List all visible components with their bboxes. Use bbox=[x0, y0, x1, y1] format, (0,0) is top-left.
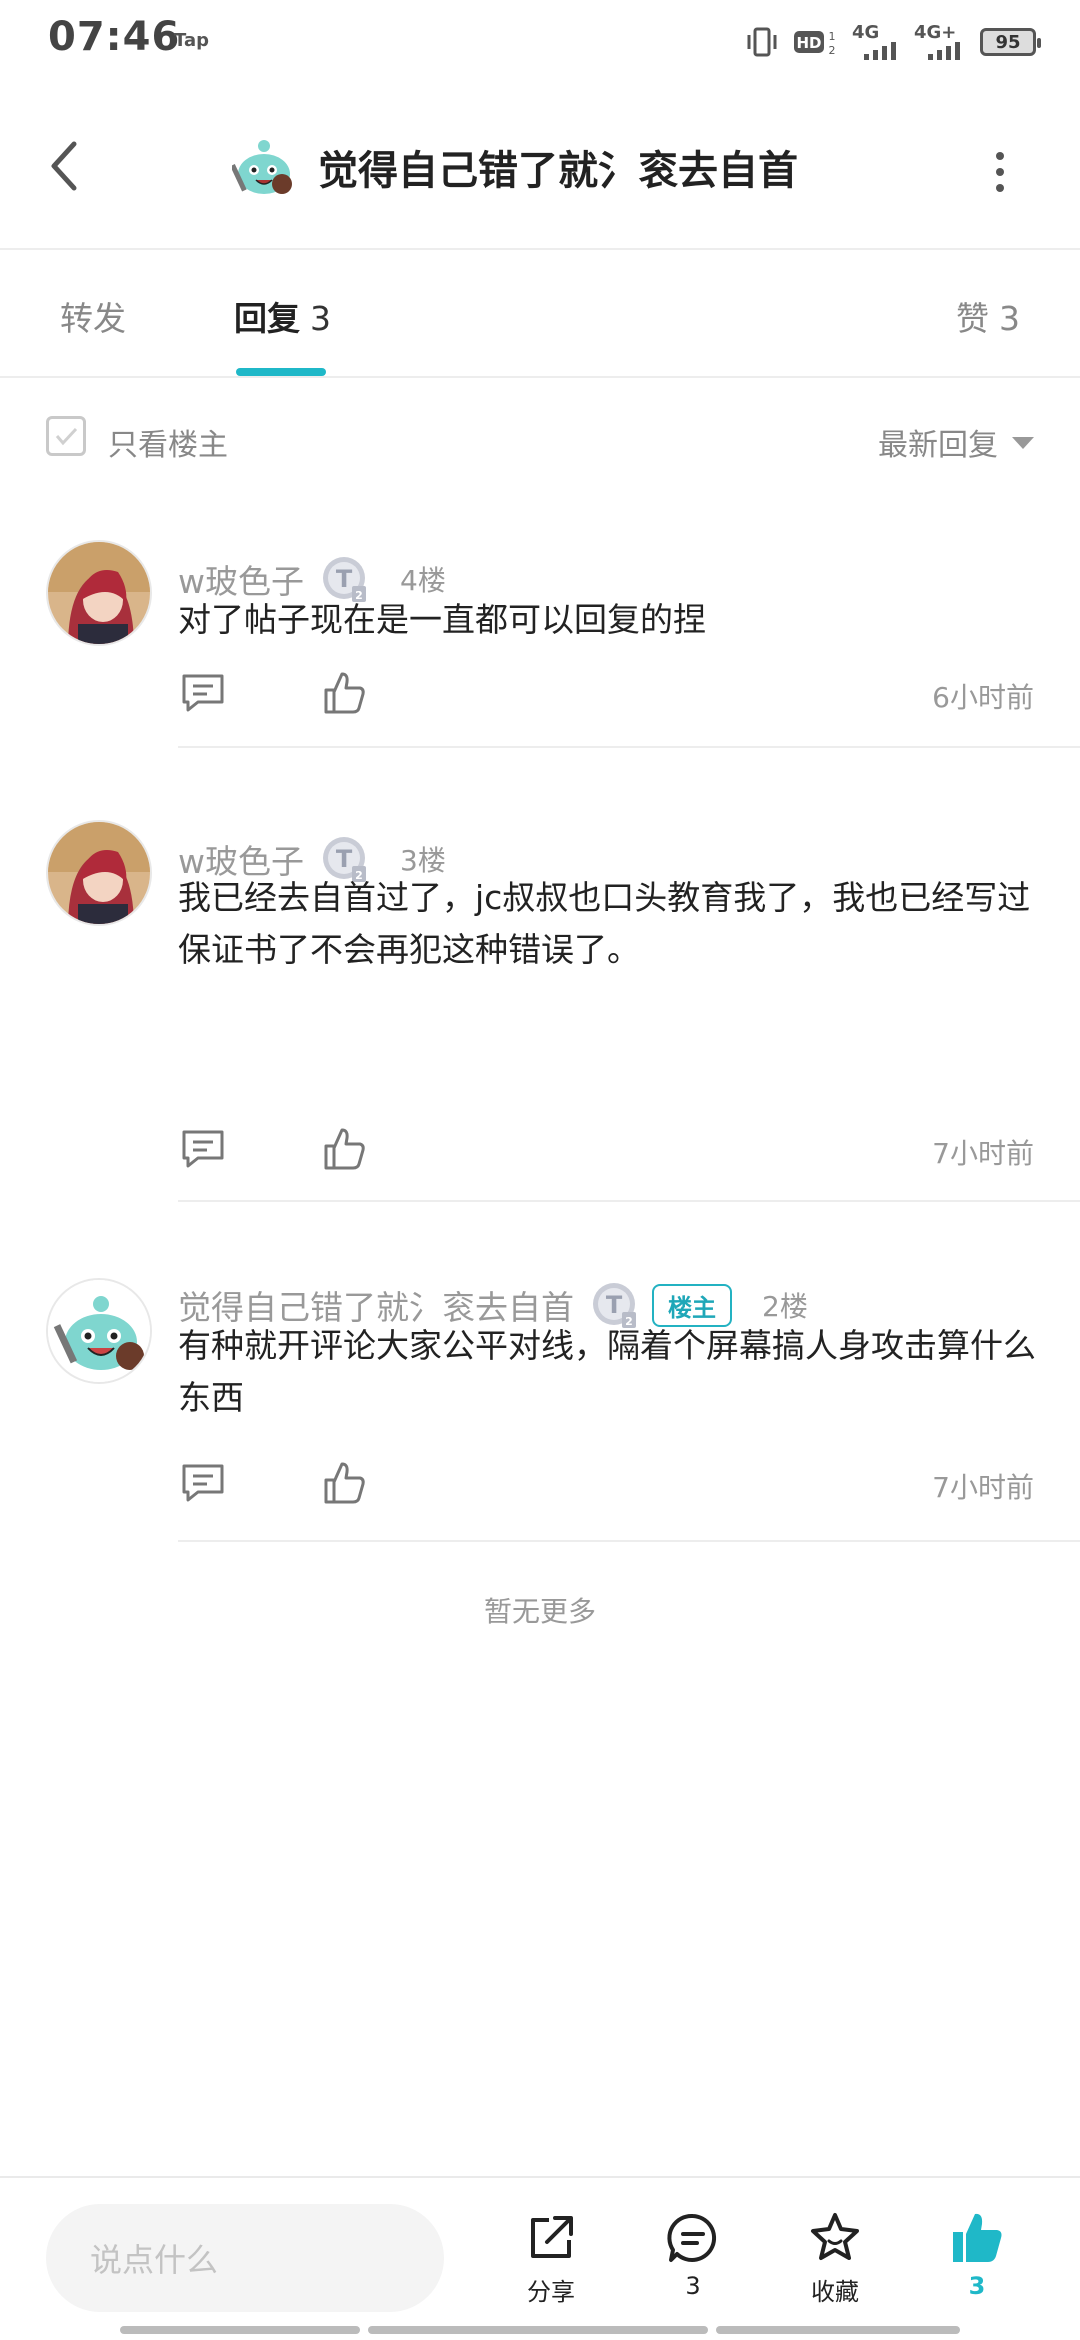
tab-forward-label: 转发 bbox=[60, 299, 126, 338]
favorite-label: 收藏 bbox=[811, 2278, 859, 2306]
page-title: 觉得自己错了就氵衮去自首 bbox=[318, 148, 798, 194]
comment-count: 3 bbox=[685, 2272, 701, 2300]
author-avatar-small bbox=[232, 140, 292, 194]
tab-replies[interactable]: 回复 3 bbox=[234, 292, 331, 340]
user-avatar-image bbox=[48, 542, 150, 644]
thumbs-up-icon[interactable] bbox=[322, 1460, 366, 1506]
comment-time: 7小时前 bbox=[932, 1137, 1034, 1170]
like-count: 3 bbox=[968, 2272, 986, 2300]
no-more-text: 暂无更多 bbox=[483, 1595, 596, 1628]
comment-time: 7小时前 bbox=[932, 1471, 1034, 1504]
reply-icon[interactable] bbox=[180, 1126, 226, 1172]
top-nav: 觉得自己错了就氵衮去自首 bbox=[0, 82, 1080, 250]
floor-number: 4楼 bbox=[400, 564, 446, 597]
comment-divider bbox=[178, 1200, 1080, 1202]
vibrate-icon bbox=[747, 27, 777, 57]
active-tab-indicator bbox=[236, 368, 326, 376]
comment-bubble-icon bbox=[667, 2213, 717, 2262]
comment-text: 对了帖子现在是一直都可以回复的捏 bbox=[178, 600, 706, 639]
sort-dropdown[interactable]: 最新回复 bbox=[878, 420, 1034, 464]
more-options-icon[interactable] bbox=[980, 142, 1020, 202]
tab-likes-count: 3 bbox=[999, 299, 1020, 338]
svg-text:HD: HD bbox=[796, 34, 821, 52]
svg-text:T: T bbox=[336, 845, 353, 873]
signal-1: 4G bbox=[852, 22, 900, 60]
only-op-checkbox[interactable] bbox=[46, 416, 86, 456]
only-op-label[interactable]: 只看楼主 bbox=[108, 420, 228, 464]
tab-bar: 转发 回复 3 赞3 bbox=[0, 252, 1080, 378]
hd-icon: HD 1 2 bbox=[794, 30, 836, 57]
thumbs-up-filled-icon bbox=[953, 2213, 1002, 2262]
svg-text:T: T bbox=[606, 1291, 623, 1319]
tab-replies-count: 3 bbox=[310, 299, 331, 338]
avatar[interactable] bbox=[46, 540, 152, 646]
signal-2: 4G+ bbox=[914, 22, 966, 60]
signal-bars-icon bbox=[928, 42, 960, 60]
star-icon bbox=[811, 2213, 859, 2260]
thumbs-up-icon[interactable] bbox=[322, 670, 366, 716]
comment-actions: 7小时前 bbox=[178, 1126, 1034, 1176]
svg-text:T: T bbox=[336, 565, 353, 593]
comment-item: w玻色子 T 2 4楼 对了帖子现在是一直都可以回复的捏 6小时前 bbox=[0, 530, 1080, 750]
comment-item: 觉得自己错了就氵衮去自首 T 2 楼主 2楼 有种就开评论大家公平对线，隔着个屏… bbox=[0, 1258, 1080, 1538]
status-app-tag: Tap bbox=[174, 30, 209, 51]
tab-likes-label: 赞 bbox=[956, 299, 989, 338]
author-avatar-image bbox=[48, 1280, 150, 1382]
comment-time: 6小时前 bbox=[932, 681, 1034, 714]
comment-divider bbox=[178, 746, 1080, 748]
back-arrow-icon[interactable] bbox=[40, 134, 96, 198]
comment-item: w玻色子 T 2 3楼 我已经去自首过了，jc叔叔也口头教育我了，我也已经写过保… bbox=[0, 810, 1080, 1190]
status-time: 07:46 bbox=[48, 14, 181, 60]
share-button[interactable]: 分享 bbox=[506, 2210, 596, 2307]
comment-count-button[interactable]: 3 bbox=[648, 2210, 738, 2300]
comment-divider bbox=[178, 1540, 1080, 1542]
favorite-button[interactable]: 收藏 bbox=[790, 2210, 880, 2307]
user-avatar-image bbox=[48, 822, 150, 924]
battery-indicator: 95 bbox=[980, 28, 1041, 56]
tab-replies-label: 回复 bbox=[234, 299, 300, 338]
tab-forward[interactable]: 转发 bbox=[60, 292, 126, 340]
filter-row: 只看楼主 最新回复 bbox=[0, 380, 1080, 498]
signal-bars-icon bbox=[864, 42, 896, 60]
comment-text: 有种就开评论大家公平对线，隔着个屏幕搞人身攻击算什么东西 bbox=[178, 1326, 1036, 1417]
sort-label: 最新回复 bbox=[878, 428, 998, 463]
status-bar: 07:46 Tap HD 1 2 4G 4G+ 95 bbox=[0, 0, 1080, 82]
reply-icon[interactable] bbox=[180, 1460, 226, 1506]
network-type-2: 4G+ bbox=[914, 22, 957, 43]
comment-actions: 7小时前 bbox=[178, 1460, 1034, 1510]
like-button[interactable]: 3 bbox=[932, 2210, 1022, 2300]
svg-text:2: 2 bbox=[829, 44, 836, 57]
status-icons: HD 1 2 4G 4G+ 95 bbox=[744, 22, 1041, 62]
avatar[interactable] bbox=[46, 820, 152, 926]
bottom-action-bar: 说点什么 分享 3 收藏 3 bbox=[0, 2176, 1080, 2340]
caret-down-icon bbox=[1012, 437, 1034, 449]
floor-number: 2楼 bbox=[762, 1290, 808, 1323]
comment-input[interactable]: 说点什么 bbox=[46, 2204, 444, 2312]
share-label: 分享 bbox=[527, 2278, 575, 2306]
comment-text: 我已经去自首过了，jc叔叔也口头教育我了，我也已经写过保证书了不会再犯这种错误了… bbox=[178, 878, 1031, 969]
network-type-1: 4G bbox=[852, 22, 880, 43]
svg-text:1: 1 bbox=[829, 30, 836, 43]
share-icon bbox=[531, 2216, 573, 2258]
thumbs-up-icon[interactable] bbox=[322, 1126, 366, 1172]
tab-likes[interactable]: 赞3 bbox=[956, 292, 1020, 340]
check-icon bbox=[55, 427, 78, 446]
system-nav-indicator bbox=[120, 2326, 960, 2334]
avatar[interactable] bbox=[46, 1278, 152, 1384]
reply-icon[interactable] bbox=[180, 670, 226, 716]
comment-actions: 6小时前 bbox=[178, 670, 1034, 720]
